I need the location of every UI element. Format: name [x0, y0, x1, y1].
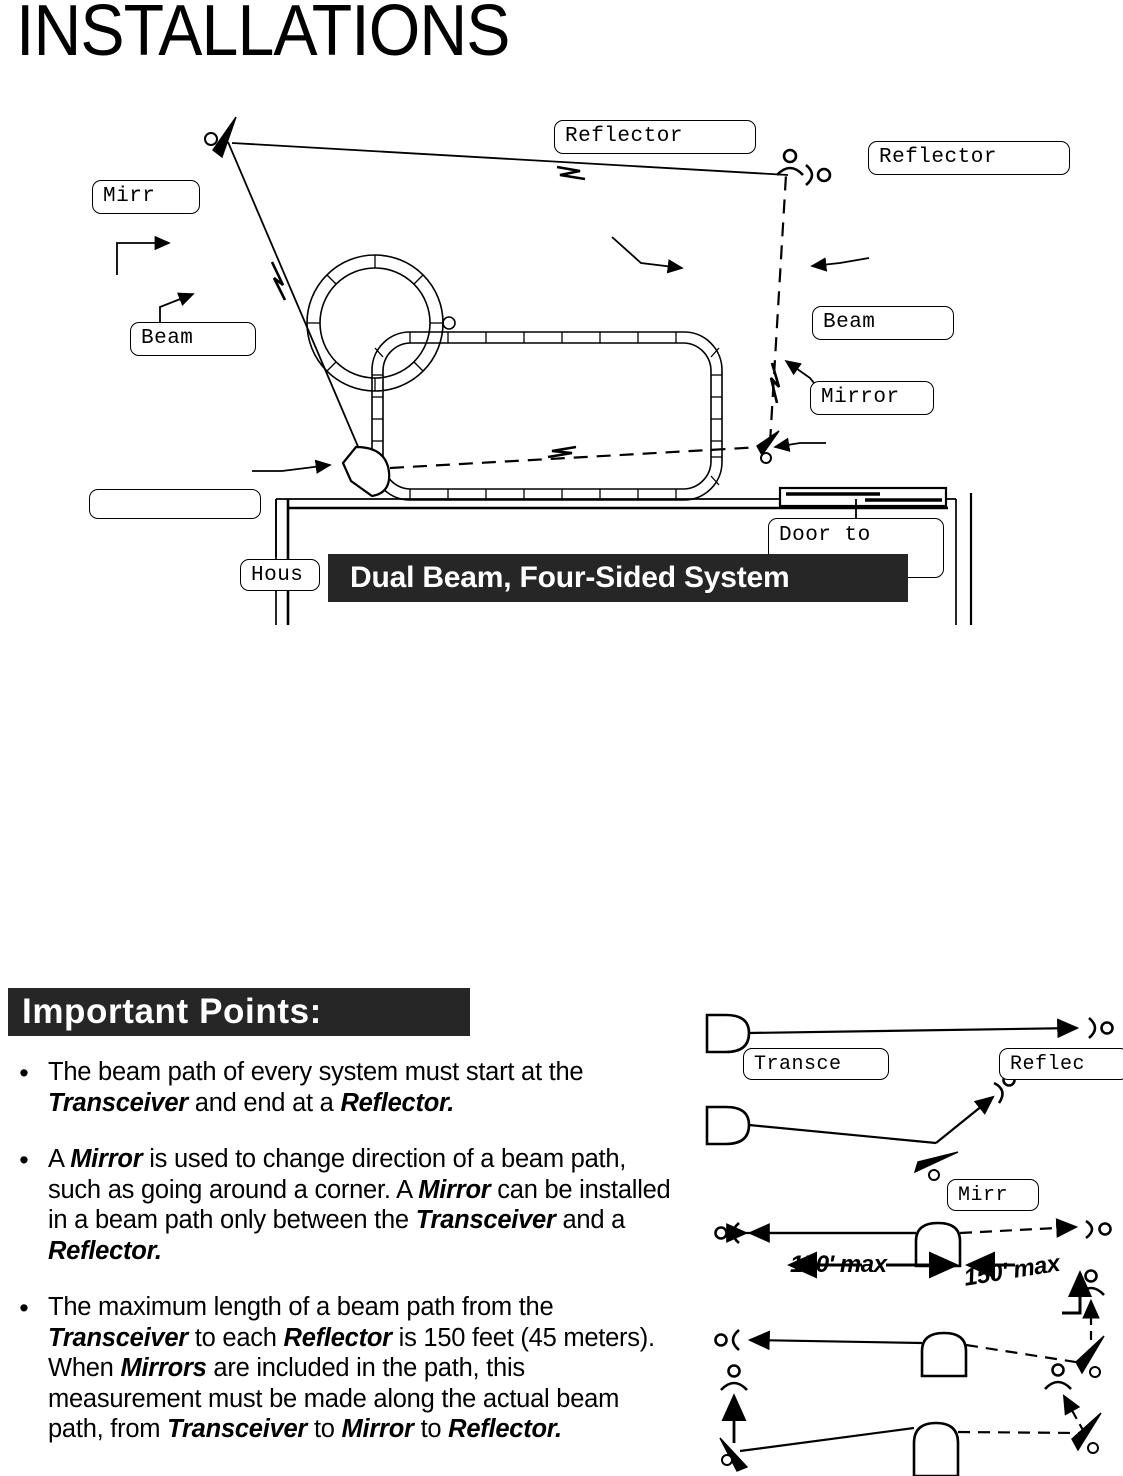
pool-drain-icon — [442, 316, 456, 330]
reflector-crescent-icon — [1085, 1219, 1112, 1240]
reflector-arch-icon — [776, 148, 804, 176]
callout-transceiver: Transce — [743, 1048, 889, 1080]
bullet-glyph: • — [19, 1145, 29, 1175]
callout-beam-left: Beam — [130, 322, 256, 356]
schematic-bottom — [719, 1363, 1102, 1476]
bullet-glyph: • — [19, 1293, 29, 1323]
reflector-crescent-icon — [805, 164, 832, 186]
transceiver-icon — [341, 445, 391, 498]
callout-house: Hous — [240, 559, 320, 591]
mirror-icon — [1075, 1335, 1105, 1378]
mirror-icon — [913, 1151, 959, 1181]
beam-path-solid — [227, 141, 789, 464]
bullet-glyph: • — [19, 1058, 29, 1088]
callout-mirror-top-left: Mirr — [92, 180, 200, 214]
callout-reflector: Reflec — [999, 1048, 1123, 1080]
diagram-caption-bar: Dual Beam, Four-Sided System — [328, 554, 908, 602]
list-item: • The maximum length of a beam path from… — [0, 1292, 690, 1445]
schematic-straight — [705, 1013, 1114, 1054]
transceiver-icon — [914, 1221, 962, 1268]
callout-beam-right: Beam — [812, 306, 954, 340]
schematic-with-mirror — [705, 1073, 1016, 1181]
spa-circle — [306, 254, 444, 392]
reflector-arch-icon — [1044, 1363, 1072, 1390]
transceiver-icon — [705, 1013, 751, 1054]
transceiver-icon — [912, 1421, 960, 1476]
transceiver-icon — [705, 1105, 751, 1146]
reflector-arch-icon — [1077, 1269, 1105, 1296]
point-text-2: The maximum length of a beam path from t… — [48, 1293, 655, 1443]
sliding-door — [778, 486, 948, 508]
callout-reflector-top-right: Reflector — [868, 141, 1070, 175]
important-points-heading: Important Points: — [8, 988, 470, 1036]
list-item: • A Mirror is used to change direction o… — [0, 1144, 690, 1266]
reflector-crescent-icon — [1088, 1017, 1114, 1039]
callout-mirror: Mirr — [947, 1179, 1039, 1211]
callout-reflector-top-center: Reflector — [554, 120, 756, 154]
point-text-0: The beam path of every system must start… — [48, 1058, 584, 1117]
reflector-arch-icon — [720, 1364, 748, 1391]
transceiver-icon — [920, 1331, 968, 1378]
schematic-dual-beam-mirror — [714, 1251, 1105, 1378]
dimension-label-left: 150' max — [790, 1251, 887, 1278]
reflector-crescent-icon — [714, 1329, 740, 1351]
callout-transceiver-blank — [89, 489, 261, 519]
reflector-crescent-icon — [714, 1222, 740, 1244]
point-text-1: A Mirror is used to change direction of … — [48, 1145, 671, 1265]
important-points-list: • The beam path of every system must sta… — [0, 1057, 690, 1471]
callout-mirror-right: Mirror — [810, 381, 934, 415]
beam-path-dashed — [389, 174, 788, 470]
list-item: • The beam path of every system must sta… — [0, 1057, 690, 1118]
page-title: INSTALLATIONS — [16, 0, 510, 71]
pool-rectangle — [371, 331, 723, 501]
schematic-diagrams: Transce Reflec Mirr 150' max 150' max — [690, 995, 1123, 1476]
beam-zig-dashed — [547, 362, 781, 459]
